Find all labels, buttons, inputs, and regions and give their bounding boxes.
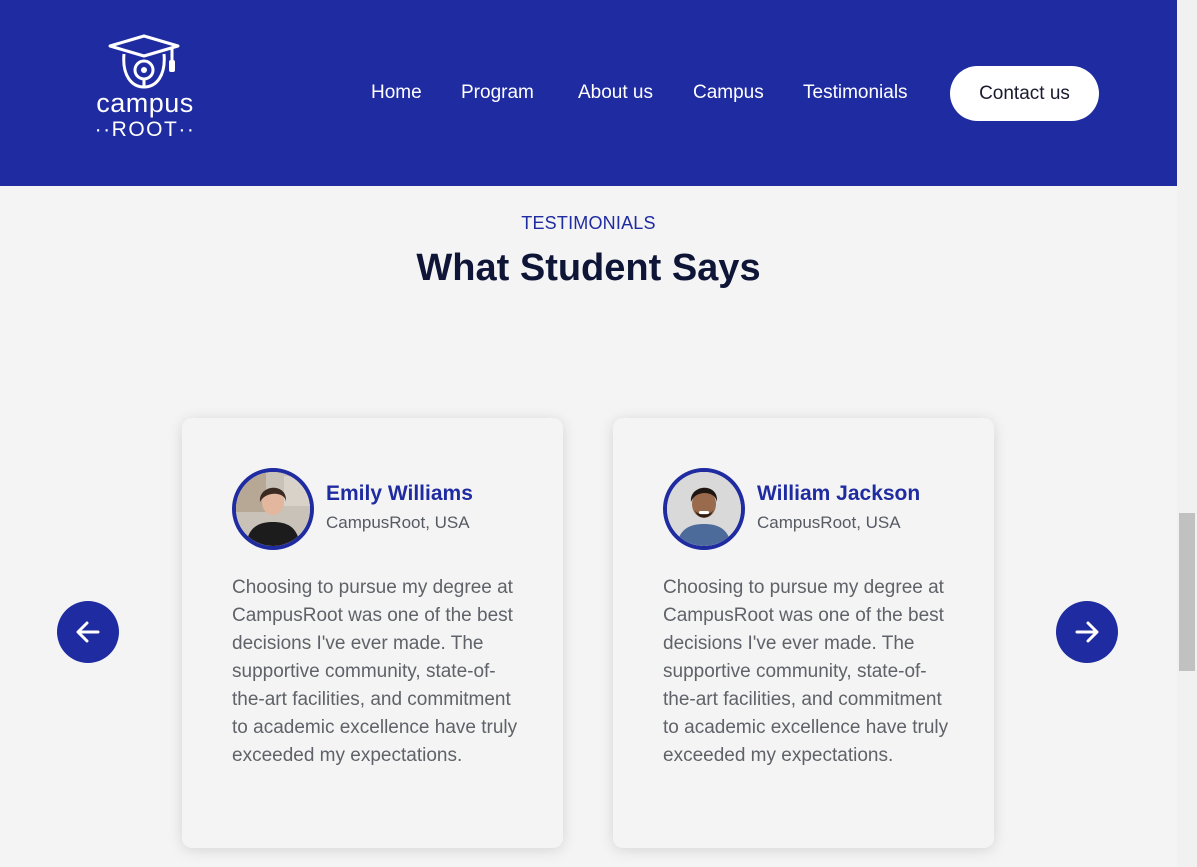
testimonial-card: Emily Williams CampusRoot, USA Choosing …: [182, 418, 563, 848]
testimonial-location: CampusRoot, USA: [757, 513, 901, 532]
logo[interactable]: campus ··ROOT··: [88, 32, 200, 144]
graduation-owl-logo-icon: [108, 34, 180, 89]
nav-campus[interactable]: Campus: [693, 82, 764, 104]
section-eyebrow: TESTIMONIALS: [521, 213, 656, 233]
carousel-prev-button[interactable]: [57, 601, 119, 663]
avatar: [232, 468, 314, 550]
logo-submark: ··ROOT··: [94, 118, 196, 141]
carousel-next-button[interactable]: [1056, 601, 1118, 663]
nav-home[interactable]: Home: [371, 82, 422, 104]
logo-wordmark: campus: [96, 88, 194, 118]
testimonial-card: William Jackson CampusRoot, USA Choosing…: [613, 418, 994, 848]
testimonial-location: CampusRoot, USA: [326, 513, 470, 532]
nav-program[interactable]: Program: [461, 82, 534, 104]
testimonial-quote: Choosing to pursue my degree at CampusRo…: [232, 577, 518, 766]
scrollbar-thumb[interactable]: [1179, 513, 1195, 671]
page-scrollbar[interactable]: [1177, 0, 1197, 867]
nav-testimonials[interactable]: Testimonials: [803, 82, 908, 104]
arrow-right-icon: [1075, 621, 1099, 643]
section-title: What Student Says: [416, 247, 761, 289]
student-photo-william: [667, 472, 741, 546]
arrow-left-icon: [76, 621, 100, 643]
avatar: [663, 468, 745, 550]
testimonial-quote: Choosing to pursue my degree at CampusRo…: [663, 577, 949, 766]
nav-about-us[interactable]: About us: [578, 82, 653, 104]
site-header: campus ··ROOT·· Home Program About us Ca…: [0, 0, 1177, 186]
contact-us-button[interactable]: Contact us: [950, 66, 1099, 121]
testimonial-name: William Jackson: [757, 482, 921, 505]
student-photo-emily: [236, 472, 310, 546]
page: campus ··ROOT·· Home Program About us Ca…: [0, 0, 1197, 867]
testimonial-name: Emily Williams: [326, 482, 473, 505]
